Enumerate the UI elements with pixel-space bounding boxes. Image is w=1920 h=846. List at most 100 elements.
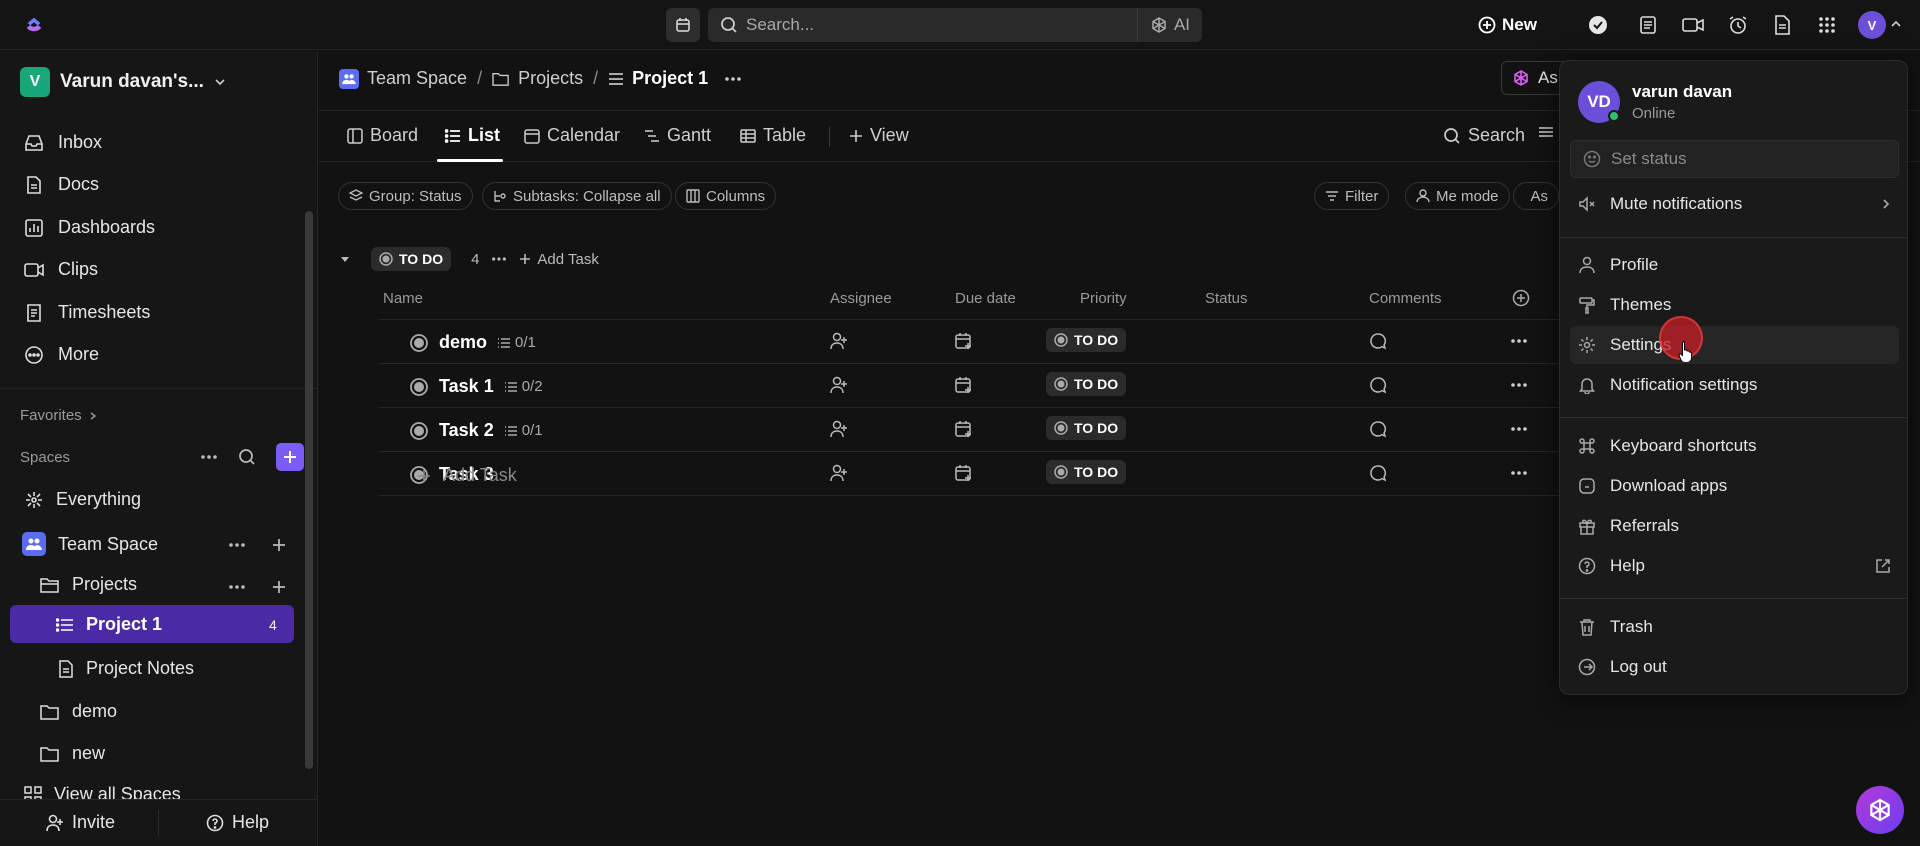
subtask-count[interactable]: 0/1 (497, 334, 536, 351)
sidebar-item-timesheets[interactable]: Timesheets (24, 302, 150, 323)
me-mode-chip[interactable]: Me mode (1405, 182, 1510, 210)
due-date-icon[interactable] (955, 332, 973, 350)
referrals-item[interactable]: Referrals (1578, 516, 1679, 536)
row-more-icon[interactable] (1510, 426, 1528, 432)
sidebar-item-project-notes[interactable]: Project Notes (58, 658, 194, 679)
row-more-icon[interactable] (1510, 382, 1528, 388)
global-search-bar[interactable]: Search... AI (708, 8, 1202, 42)
profile-item[interactable]: Profile (1578, 255, 1658, 275)
sidebar-item-clips[interactable]: Clips (24, 259, 98, 280)
status-pill[interactable]: TO DO (1046, 372, 1127, 396)
status-pill[interactable]: TO DO (1046, 328, 1127, 352)
new-button[interactable]: New (1478, 12, 1537, 38)
customize-icon[interactable] (1538, 125, 1554, 139)
sidebar-item-new[interactable]: new (40, 743, 105, 764)
ai-assistant-fab[interactable] (1856, 786, 1904, 834)
mute-notifications-item[interactable]: Mute notifications (1578, 194, 1891, 214)
download-apps-item[interactable]: Download apps (1578, 476, 1727, 496)
alarm-clock-icon[interactable] (1726, 13, 1750, 37)
sidebar-item-everything[interactable]: Everything (24, 489, 141, 510)
tab-list[interactable]: List (445, 125, 500, 146)
comment-icon[interactable] (1369, 420, 1387, 438)
notification-settings-item[interactable]: Notification settings (1578, 375, 1757, 395)
breadcrumb-projects[interactable]: Projects (518, 68, 583, 89)
calendar-icon[interactable] (666, 8, 700, 42)
column-comments[interactable]: Comments (1369, 290, 1442, 307)
notepad-icon[interactable] (1636, 13, 1660, 37)
status-pill[interactable]: TO DO (1046, 460, 1127, 484)
status-circle-icon[interactable] (409, 333, 429, 353)
row-more-icon[interactable] (1510, 338, 1528, 344)
add-assignee-icon[interactable] (830, 464, 848, 482)
table-row[interactable]: Task 1 0/2 TO DO (379, 364, 1559, 408)
table-row[interactable]: Task 2 0/1 TO DO (379, 408, 1559, 452)
assignee-chip[interactable]: As (1513, 182, 1559, 210)
log-out-item[interactable]: Log out (1578, 657, 1667, 677)
comment-icon[interactable] (1369, 464, 1387, 482)
column-priority[interactable]: Priority (1080, 290, 1127, 307)
columns-chip[interactable]: Columns (675, 182, 777, 210)
caret-down-icon[interactable] (339, 253, 351, 265)
project-1-link[interactable]: Project 1 (56, 614, 162, 635)
table-row[interactable]: Task 3 TO DO (379, 452, 1559, 496)
document-icon[interactable] (1770, 13, 1794, 37)
ai-button[interactable]: AI (1136, 8, 1202, 42)
sidebar-item-team-space[interactable]: Team Space (22, 532, 158, 556)
subtask-count[interactable]: 0/2 (504, 378, 543, 395)
sidebar-item-view-all-spaces[interactable]: View all Spaces (24, 784, 181, 799)
more-horizontal-icon[interactable] (491, 256, 507, 262)
trash-item[interactable]: Trash (1578, 617, 1653, 637)
favorites-section[interactable]: Favorites (20, 407, 98, 424)
subtasks-chip[interactable]: Subtasks: Collapse all (482, 182, 672, 210)
column-due-date[interactable]: Due date (955, 290, 1016, 307)
breadcrumb-project-1[interactable]: Project 1 (632, 68, 708, 89)
help-button[interactable]: Help (206, 812, 269, 833)
tab-calendar[interactable]: Calendar (524, 125, 620, 146)
tab-board[interactable]: Board (347, 125, 418, 146)
add-space-button[interactable] (276, 443, 304, 471)
add-view-button[interactable]: View (849, 125, 909, 146)
column-assignee[interactable]: Assignee (830, 290, 892, 307)
chevron-up-icon[interactable] (1890, 18, 1902, 30)
filter-chip[interactable]: Filter (1314, 182, 1390, 210)
add-assignee-icon[interactable] (830, 420, 848, 438)
add-assignee-icon[interactable] (830, 332, 848, 350)
due-date-icon[interactable] (955, 464, 973, 482)
invite-button[interactable]: Invite (46, 812, 115, 833)
due-date-icon[interactable] (955, 376, 973, 394)
sidebar-item-more[interactable]: More (24, 344, 99, 365)
task-name[interactable]: Task 2 (439, 420, 494, 441)
search-icon[interactable] (238, 448, 256, 466)
status-circle-icon[interactable] (409, 421, 429, 441)
status-pill[interactable]: TO DO (1046, 416, 1127, 440)
column-name[interactable]: Name (383, 290, 423, 307)
sidebar-item-dashboards[interactable]: Dashboards (24, 217, 155, 238)
comment-icon[interactable] (1369, 376, 1387, 394)
group-by-chip[interactable]: Group: Status (338, 182, 473, 210)
tab-gantt[interactable]: Gantt (644, 125, 711, 146)
add-column-icon[interactable] (1512, 289, 1530, 307)
sidebar-scrollbar[interactable] (305, 211, 313, 769)
task-name[interactable]: Task 1 (439, 376, 494, 397)
sidebar-item-docs[interactable]: Docs (24, 174, 99, 195)
table-row[interactable]: demo 0/1 TO DO (379, 320, 1559, 364)
set-status-input[interactable]: Set status (1570, 140, 1899, 178)
more-horizontal-icon[interactable] (228, 584, 246, 590)
workspace-switcher[interactable]: V Varun davan's... (20, 67, 226, 97)
sidebar-item-inbox[interactable]: Inbox (24, 132, 102, 153)
settings-item[interactable]: Settings (1578, 335, 1671, 355)
themes-item[interactable]: Themes (1578, 295, 1671, 315)
more-horizontal-icon[interactable] (200, 454, 218, 460)
view-search-button[interactable]: Search (1443, 125, 1525, 146)
status-group-pill[interactable]: TO DO (371, 247, 452, 271)
help-item[interactable]: Help (1578, 556, 1891, 576)
apps-grid-icon[interactable] (1815, 13, 1839, 37)
status-circle-icon[interactable] (409, 377, 429, 397)
add-task-button[interactable]: Add Task (417, 465, 517, 486)
add-assignee-icon[interactable] (830, 376, 848, 394)
keyboard-shortcuts-item[interactable]: Keyboard shortcuts (1578, 436, 1756, 456)
column-status[interactable]: Status (1205, 290, 1248, 307)
task-name[interactable]: demo (439, 332, 487, 353)
add-task-header-button[interactable]: Add Task (519, 251, 599, 268)
video-record-icon[interactable] (1681, 13, 1705, 37)
